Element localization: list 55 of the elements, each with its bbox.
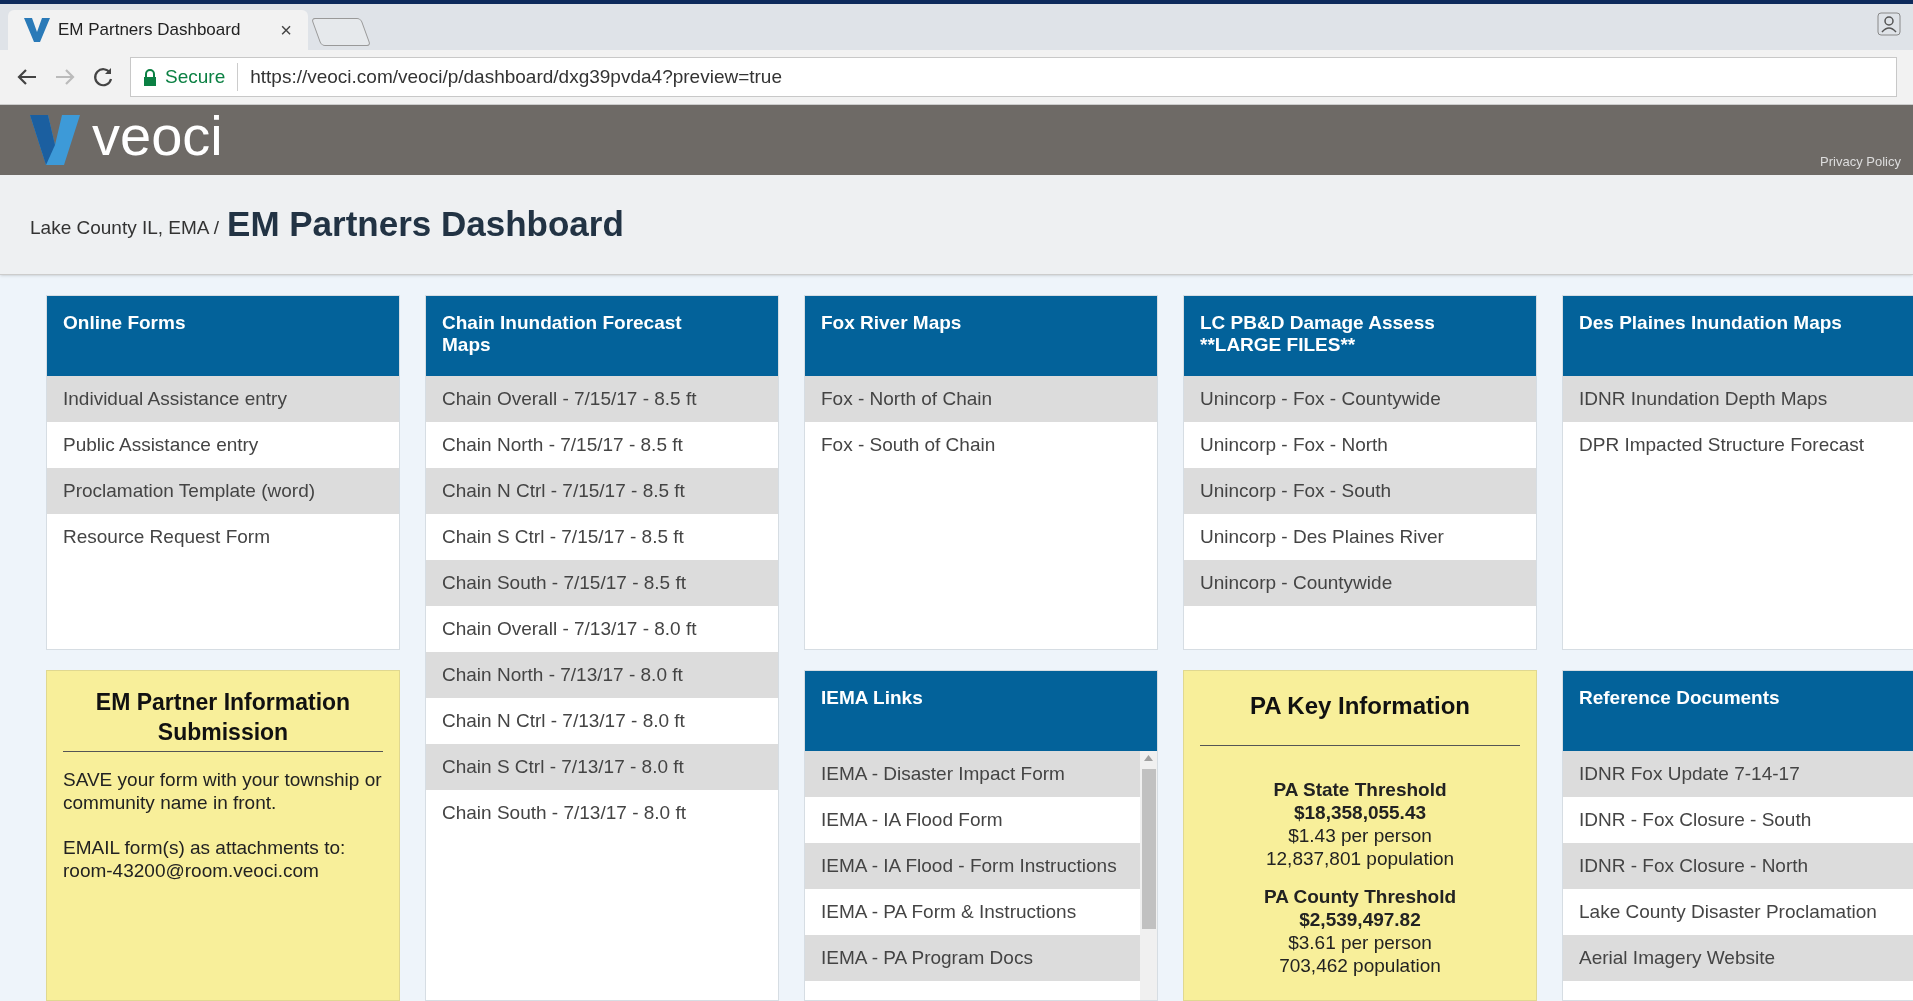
population-count: 703,462 population bbox=[1279, 954, 1441, 977]
secure-label: Secure bbox=[165, 62, 239, 92]
info-title: PA Key Information bbox=[1200, 691, 1520, 746]
threshold-amount: $2,539,497.82 bbox=[1299, 908, 1421, 931]
logo-text: veoci bbox=[92, 108, 223, 164]
list-link[interactable]: IDNR Inundation Depth Maps bbox=[1563, 376, 1913, 422]
browser-tab[interactable]: EM Partners Dashboard × bbox=[8, 10, 308, 50]
scroll-thumb[interactable] bbox=[1141, 769, 1156, 929]
per-person-amount: $1.43 per person bbox=[1288, 824, 1432, 847]
card-title: Chain Inundation Forecast Maps bbox=[442, 312, 683, 356]
list-link[interactable]: Chain North - 7/13/17 - 8.0 ft bbox=[426, 652, 778, 698]
list-link[interactable]: Chain Overall - 7/15/17 - 8.5 ft bbox=[426, 376, 778, 422]
list-link[interactable]: Unincorp - Fox - South bbox=[1184, 468, 1536, 514]
reload-icon[interactable] bbox=[92, 66, 114, 88]
page-title: EM Partners Dashboard bbox=[227, 203, 624, 246]
list-link[interactable]: IEMA - Disaster Impact Form bbox=[805, 751, 1140, 797]
list-link[interactable]: Individual Assistance entry bbox=[47, 376, 399, 422]
threshold-amount: $18,358,055.43 bbox=[1293, 801, 1427, 824]
address-bar[interactable]: Secure https://veoci.com/veoci/p/dashboard/dxg39pvda4?preview=true bbox=[130, 57, 1897, 97]
list-link[interactable]: IEMA - IA Flood - Form Instructions bbox=[805, 843, 1140, 889]
list-link[interactable]: Chain South - 7/15/17 - 8.5 ft bbox=[426, 560, 778, 606]
population-count: 12,837,801 population bbox=[1265, 847, 1455, 870]
logo-icon bbox=[30, 115, 80, 165]
info-paragraph: SAVE your form with your township or community name in front. bbox=[63, 768, 383, 814]
list-link[interactable]: Fox - North of Chain bbox=[805, 376, 1157, 422]
url-text: https://veoci.com/veoci/p/dashboard/dxg39pvda4?preview=true bbox=[249, 64, 782, 89]
info-paragraph: EMAIL form(s) as attachments to: room-43200@room.veoci.com bbox=[63, 836, 347, 882]
list-link[interactable]: Unincorp - Fox - Countywide bbox=[1184, 376, 1536, 422]
breadcrumb-link[interactable]: Lake County IL, EMA / bbox=[30, 214, 220, 243]
card-title: Des Plaines Inundation Maps bbox=[1579, 312, 1843, 334]
list-link[interactable]: Chain N Ctrl - 7/15/17 - 8.5 ft bbox=[426, 468, 778, 514]
tab-close-button[interactable]: × bbox=[280, 15, 292, 45]
card-title: LC PB&D Damage Assess **LARGE FILES** bbox=[1200, 312, 1436, 356]
per-person-amount: $3.61 per person bbox=[1288, 931, 1432, 954]
threshold-label: PA County Threshold bbox=[1263, 885, 1457, 908]
list-link[interactable]: IEMA - PA Program Docs bbox=[805, 935, 1140, 981]
threshold-label: PA State Threshold bbox=[1273, 778, 1447, 801]
card-title: IEMA Links bbox=[821, 687, 924, 709]
app-icon bbox=[24, 18, 50, 42]
list-link[interactable]: Chain S Ctrl - 7/13/17 - 8.0 ft bbox=[426, 744, 778, 790]
info-title: EM Partner Information Submission bbox=[63, 687, 383, 752]
privacy-policy-link[interactable]: Privacy Policy bbox=[1820, 151, 1901, 171]
list-link[interactable]: Proclamation Template (word) bbox=[47, 468, 399, 514]
lock-icon bbox=[143, 68, 157, 86]
scrollbar[interactable] bbox=[1140, 751, 1157, 1000]
profile-icon[interactable] bbox=[1877, 12, 1901, 36]
list-link[interactable]: IDNR Fox Update 7-14-17 bbox=[1563, 751, 1913, 797]
tab-title: EM Partners Dashboard bbox=[58, 19, 241, 42]
card-title: Reference Documents bbox=[1579, 687, 1781, 709]
card-title: Online Forms bbox=[63, 312, 187, 334]
list-link[interactable]: Aerial Imagery Website bbox=[1563, 935, 1913, 981]
scroll-up-icon[interactable] bbox=[1144, 755, 1153, 761]
card-title: Fox River Maps bbox=[821, 312, 963, 334]
list-link[interactable]: Unincorp - Countywide bbox=[1184, 560, 1536, 606]
list-link[interactable]: IDNR - Fox Closure - North bbox=[1563, 843, 1913, 889]
